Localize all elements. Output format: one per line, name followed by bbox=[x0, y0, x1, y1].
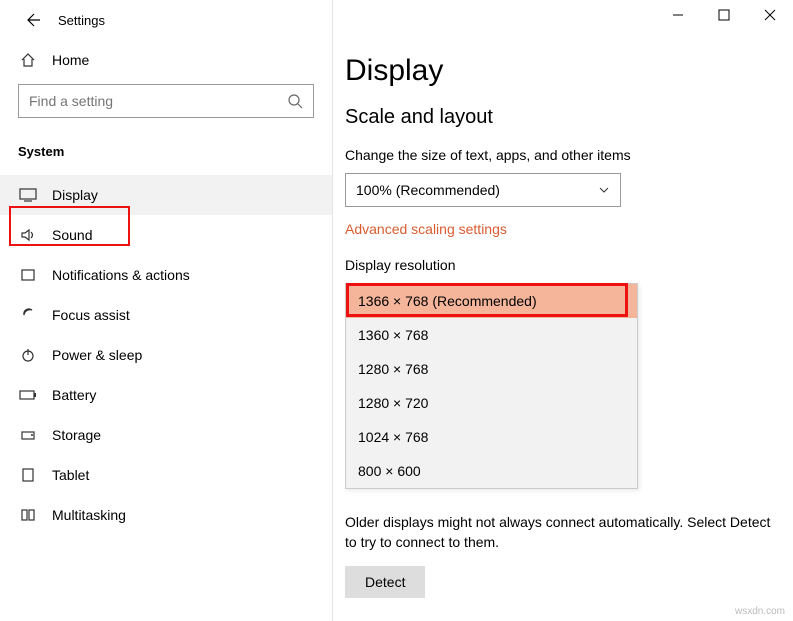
home-nav[interactable]: Home bbox=[0, 40, 332, 80]
scale-combo[interactable]: 100% (Recommended) bbox=[345, 173, 621, 207]
minimize-button[interactable] bbox=[655, 0, 701, 30]
nav-label: Sound bbox=[52, 227, 92, 243]
home-label: Home bbox=[52, 52, 89, 68]
nav-notifications[interactable]: Notifications & actions bbox=[0, 255, 332, 295]
sound-icon bbox=[18, 227, 38, 243]
battery-icon bbox=[18, 389, 38, 401]
nav-label: Storage bbox=[52, 427, 101, 443]
nav-battery[interactable]: Battery bbox=[0, 375, 332, 415]
notifications-icon bbox=[18, 267, 38, 283]
section-label: System bbox=[0, 136, 332, 175]
page-title: Display bbox=[345, 54, 777, 88]
nav-label: Display bbox=[52, 187, 98, 203]
power-icon bbox=[18, 347, 38, 363]
resolution-option[interactable]: 1280 × 720 bbox=[346, 386, 637, 420]
nav-label: Notifications & actions bbox=[52, 267, 190, 283]
nav-label: Power & sleep bbox=[52, 347, 142, 363]
search-icon bbox=[287, 93, 303, 109]
resolution-label: Display resolution bbox=[345, 257, 777, 273]
resolution-option[interactable]: 1024 × 768 bbox=[346, 420, 637, 454]
scale-label: Change the size of text, apps, and other… bbox=[345, 147, 777, 163]
resolution-option[interactable]: 1280 × 768 bbox=[346, 352, 637, 386]
nav-label: Focus assist bbox=[52, 307, 130, 323]
nav-label: Multitasking bbox=[52, 507, 126, 523]
search-input[interactable] bbox=[29, 93, 287, 109]
resolution-option[interactable]: 1360 × 768 bbox=[346, 318, 637, 352]
search-box[interactable] bbox=[18, 84, 314, 118]
arrow-left-icon bbox=[26, 12, 42, 28]
scale-value: 100% (Recommended) bbox=[356, 182, 500, 198]
nav-sound[interactable]: Sound bbox=[0, 215, 332, 255]
watermark: wsxdn.com bbox=[735, 606, 785, 617]
focus-icon bbox=[18, 307, 38, 323]
nav-tablet[interactable]: Tablet bbox=[0, 455, 332, 495]
chevron-down-icon bbox=[598, 184, 610, 196]
resolution-option[interactable]: 1366 × 768 (Recommended) bbox=[346, 284, 637, 318]
minimize-icon bbox=[672, 9, 684, 21]
back-button[interactable] bbox=[18, 4, 50, 36]
maximize-button[interactable] bbox=[701, 0, 747, 30]
close-button[interactable] bbox=[747, 0, 793, 30]
tablet-icon bbox=[18, 467, 38, 483]
nav-power[interactable]: Power & sleep bbox=[0, 335, 332, 375]
advanced-scaling-link[interactable]: Advanced scaling settings bbox=[345, 221, 507, 237]
display-icon bbox=[18, 188, 38, 202]
resolution-option[interactable]: 800 × 600 bbox=[346, 454, 637, 488]
nav-multitasking[interactable]: Multitasking bbox=[0, 495, 332, 535]
home-icon bbox=[18, 52, 38, 68]
storage-icon bbox=[18, 427, 38, 443]
resolution-dropdown[interactable]: 1366 × 768 (Recommended) 1360 × 768 1280… bbox=[345, 283, 638, 489]
window-title: Settings bbox=[58, 13, 105, 28]
detect-button[interactable]: Detect bbox=[345, 566, 425, 598]
nav-display[interactable]: Display bbox=[0, 175, 332, 215]
nav-label: Tablet bbox=[52, 467, 89, 483]
nav-focus[interactable]: Focus assist bbox=[0, 295, 332, 335]
close-icon bbox=[764, 9, 776, 21]
nav-storage[interactable]: Storage bbox=[0, 415, 332, 455]
scale-layout-heading: Scale and layout bbox=[345, 106, 777, 129]
detect-help-text: Older displays might not always connect … bbox=[345, 513, 777, 552]
nav-label: Battery bbox=[52, 387, 96, 403]
multitasking-icon bbox=[18, 507, 38, 523]
maximize-icon bbox=[718, 9, 730, 21]
